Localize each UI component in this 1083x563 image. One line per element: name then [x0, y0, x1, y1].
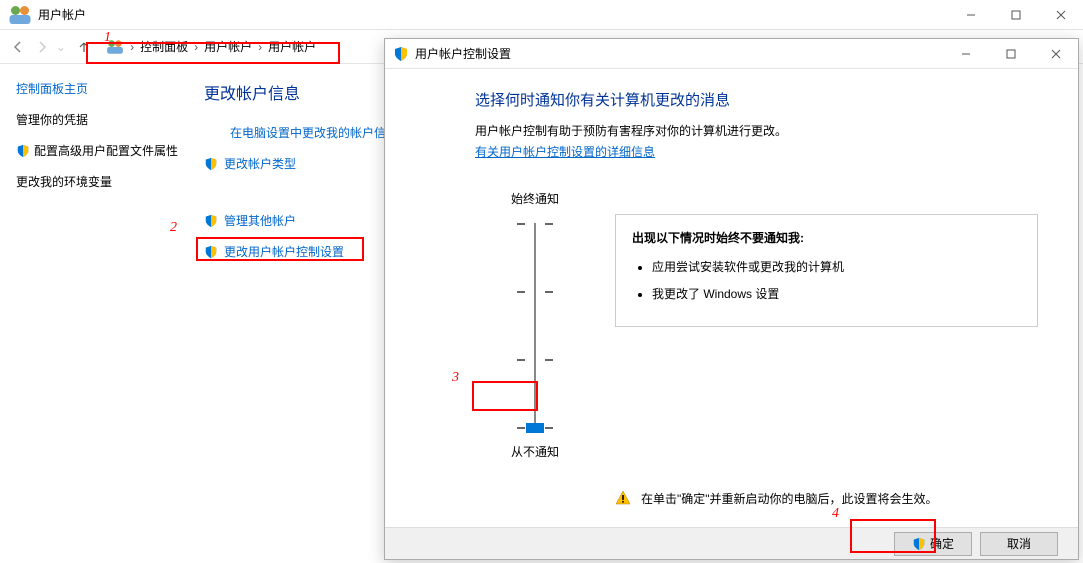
slider-tick	[517, 291, 553, 292]
main-window-title: 用户帐户	[38, 6, 86, 23]
slider-label-always: 始终通知	[511, 190, 559, 207]
info-item: 应用尝试安装软件或更改我的计算机	[652, 258, 1021, 275]
slider-label-never: 从不通知	[511, 443, 559, 460]
ok-button[interactable]: 确定	[894, 532, 972, 556]
breadcrumb-icon	[106, 38, 124, 56]
dialog-minimize-button[interactable]	[943, 39, 988, 69]
warning-row: 在单击"确定"并重新启动你的电脑后，此设置将会生效。	[615, 490, 1038, 507]
chevron-right-icon: ›	[192, 40, 200, 54]
option-label: 管理其他帐户	[224, 212, 296, 229]
user-accounts-icon	[8, 3, 32, 27]
slider-thumb[interactable]	[526, 423, 544, 433]
dialog-heading: 选择何时通知你有关计算机更改的消息	[475, 89, 1038, 110]
nav-forward-button[interactable]	[30, 35, 54, 59]
option-change-account-type[interactable]: 更改帐户类型	[204, 155, 398, 172]
main-window-controls	[948, 0, 1083, 30]
uac-dialog: 用户帐户控制设置 选择何时通知你有关计算机更改的消息 用户帐户控制有助于预防有害…	[384, 38, 1079, 560]
sidebar-item-credentials[interactable]: 管理你的凭据	[16, 111, 180, 128]
slider-tick	[517, 359, 553, 360]
shield-icon	[204, 245, 218, 259]
ok-label: 确定	[930, 535, 954, 552]
control-panel-home-link[interactable]: 控制面板主页	[16, 80, 180, 97]
dialog-maximize-button[interactable]	[988, 39, 1033, 69]
option-label: 在电脑设置中更改我的帐户信息	[230, 124, 398, 141]
chevron-right-icon: ›	[256, 40, 264, 54]
breadcrumb-item-2[interactable]: 用户帐户	[264, 36, 320, 57]
breadcrumb-item-1[interactable]: 用户帐户	[200, 36, 256, 57]
maximize-button[interactable]	[993, 0, 1038, 30]
dialog-body: 选择何时通知你有关计算机更改的消息 用户帐户控制有助于预防有害程序对你的计算机进…	[385, 69, 1078, 527]
minimize-button[interactable]	[948, 0, 993, 30]
uac-slider[interactable]	[515, 215, 555, 435]
slider-tick	[517, 223, 553, 224]
nav-up-button[interactable]	[72, 35, 96, 59]
option-change-in-settings[interactable]: 在电脑设置中更改我的帐户信息	[204, 124, 398, 141]
option-manage-other-accounts[interactable]: 管理其他帐户	[204, 212, 398, 229]
info-list: 应用尝试安装软件或更改我的计算机 我更改了 Windows 设置	[632, 258, 1021, 302]
learn-more-link[interactable]: 有关用户帐户控制设置的详细信息	[475, 143, 655, 160]
sidebar-label: 更改我的环境变量	[16, 173, 112, 190]
dialog-description: 用户帐户控制有助于预防有害程序对你的计算机进行更改。	[475, 122, 1038, 139]
option-label: 更改用户帐户控制设置	[224, 243, 344, 260]
slider-area: 始终通知 从不通知 出现以下情况时始终不要通知我: 应用尝试安装软件或更改我的计…	[475, 190, 1038, 460]
dialog-title: 用户帐户控制设置	[415, 45, 511, 62]
close-button[interactable]	[1038, 0, 1083, 30]
shield-icon	[393, 46, 409, 62]
nav-history-dropdown[interactable]: ⌄	[56, 40, 66, 54]
shield-icon	[16, 144, 30, 158]
chevron-right-icon: ›	[128, 40, 136, 54]
option-change-uac[interactable]: 更改用户帐户控制设置	[204, 243, 398, 260]
slider-rail	[534, 223, 536, 427]
dialog-close-button[interactable]	[1033, 39, 1078, 69]
shield-icon	[204, 214, 218, 228]
warning-icon	[615, 490, 631, 506]
sidebar-item-env-vars[interactable]: 更改我的环境变量	[16, 173, 180, 190]
slider-column: 始终通知 从不通知	[475, 190, 595, 460]
dialog-footer: 确定 取消	[385, 527, 1078, 559]
shield-icon	[204, 157, 218, 171]
slider-info-box: 出现以下情况时始终不要通知我: 应用尝试安装软件或更改我的计算机 我更改了 Wi…	[615, 214, 1038, 327]
sidebar-item-advanced-profile[interactable]: 配置高级用户配置文件属性	[16, 142, 180, 159]
info-heading: 出现以下情况时始终不要通知我:	[632, 229, 1021, 246]
shield-icon	[912, 537, 926, 551]
dialog-window-controls	[943, 39, 1078, 69]
content-heading: 更改帐户信息	[204, 80, 398, 104]
option-label: 更改帐户类型	[224, 155, 296, 172]
sidebar-label: 管理你的凭据	[16, 111, 88, 128]
cancel-label: 取消	[1007, 535, 1031, 552]
breadcrumb[interactable]: › 控制面板 › 用户帐户 › 用户帐户	[102, 35, 324, 59]
sidebar: 控制面板主页 管理你的凭据 配置高级用户配置文件属性 更改我的环境变量	[0, 80, 180, 274]
content: 更改帐户信息 在电脑设置中更改我的帐户信息 更改帐户类型 管理其他帐户 更改用户…	[180, 80, 398, 274]
cancel-button[interactable]: 取消	[980, 532, 1058, 556]
info-item: 我更改了 Windows 设置	[652, 285, 1021, 302]
dialog-titlebar: 用户帐户控制设置	[385, 39, 1078, 69]
nav-back-button[interactable]	[6, 35, 30, 59]
warning-text: 在单击"确定"并重新启动你的电脑后，此设置将会生效。	[641, 490, 938, 507]
breadcrumb-item-0[interactable]: 控制面板	[136, 36, 192, 57]
main-titlebar: 用户帐户	[0, 0, 1083, 30]
sidebar-label: 配置高级用户配置文件属性	[34, 142, 178, 159]
